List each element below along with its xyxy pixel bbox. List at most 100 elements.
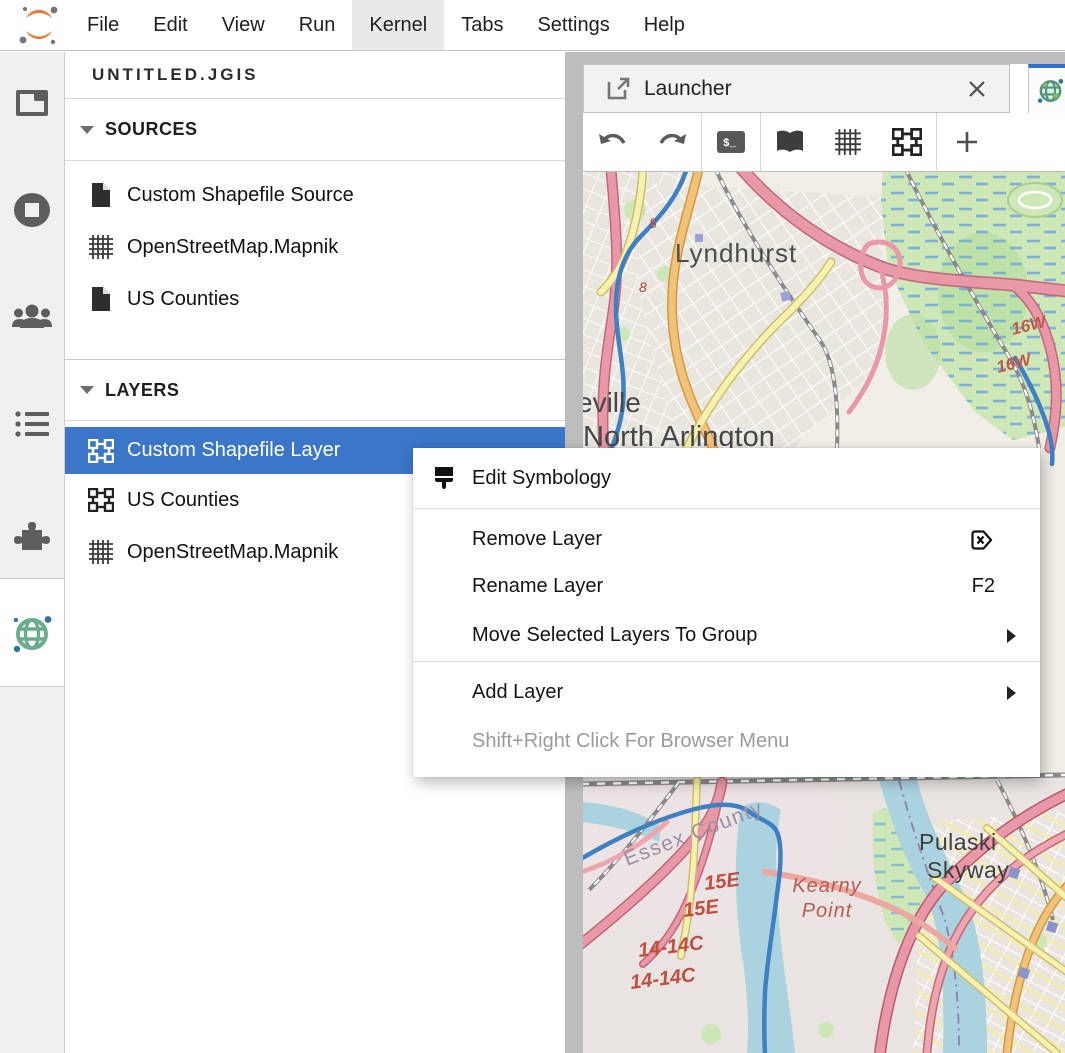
submenu-arrow-icon [1007, 686, 1016, 700]
menu-run[interactable]: Run [282, 0, 353, 50]
tab-label: Launcher [644, 77, 732, 101]
tab-close-button[interactable] [967, 79, 987, 99]
sources-header-label: SOURCES [105, 119, 198, 140]
context-menu-label: Move Selected Layers To Group [472, 624, 757, 647]
sources-section-header[interactable]: SOURCES [65, 99, 565, 161]
plus-icon [954, 129, 980, 155]
shortcut-label: F2 [972, 575, 995, 598]
symbology-brush-icon [432, 465, 456, 491]
layers-section-header[interactable]: LAYERS [65, 359, 565, 421]
grid-icon [834, 128, 862, 156]
source-item[interactable]: US Counties [65, 273, 565, 325]
context-menu-item-edit-symbology[interactable]: Edit Symbology [413, 448, 1040, 508]
sidebar-bottom-section [0, 686, 65, 1053]
jupytergis-logo [16, 3, 62, 47]
menu-edit[interactable]: Edit [136, 0, 204, 50]
gis-globe-icon [11, 614, 53, 654]
bulleted-list-icon [14, 409, 50, 439]
source-item-label: Custom Shapefile Source [127, 184, 354, 207]
layers-header-label: LAYERS [105, 380, 179, 401]
caret-down-icon [80, 386, 94, 394]
panel-title: UNTITLED.JGIS [65, 52, 565, 99]
context-menu-label: Add Layer [472, 681, 563, 704]
svg-text:Skyway: Skyway [927, 857, 1009, 883]
context-menu-label: Remove Layer [472, 528, 602, 551]
sidebar-tab-collaboration[interactable] [0, 298, 64, 336]
sidebar-top-section [0, 52, 65, 579]
map-toolbar: $_ [583, 113, 1065, 172]
context-menu-label: Rename Layer [472, 575, 603, 598]
menu-view[interactable]: View [205, 0, 282, 50]
menu-tabs[interactable]: Tabs [444, 0, 520, 50]
menu-help[interactable]: Help [627, 0, 702, 50]
vector-square-button[interactable] [878, 113, 936, 171]
sidebar-tab-extensions[interactable] [0, 517, 64, 555]
menu-file[interactable]: File [70, 0, 136, 50]
context-menu-item-add-layer[interactable]: Add Layer [413, 667, 1040, 718]
file-icon [88, 182, 114, 208]
vector-square-icon [88, 439, 114, 463]
menu-settings[interactable]: Settings [520, 0, 626, 50]
stop-circle-icon [13, 192, 51, 228]
context-menu-label: Shift+Right Click For Browser Menu [472, 730, 789, 753]
tab-launcher[interactable]: Launcher [583, 64, 1010, 113]
sources-list: Custom Shapefile Source OpenStreetMap.Ma… [65, 161, 565, 359]
source-item-label: OpenStreetMap.Mapnik [127, 236, 338, 259]
source-item-label: US Counties [127, 288, 239, 311]
delete-tag-icon [969, 529, 994, 551]
menu-kernel[interactable]: Kernel [352, 0, 444, 50]
jupytergis-globe-icon [1036, 76, 1065, 106]
svg-text:15E: 15E [682, 896, 721, 922]
context-menu-item-remove-layer[interactable]: Remove Layer [413, 516, 1040, 563]
folder-icon [14, 88, 50, 118]
layer-item-label: Custom Shapefile Layer [127, 439, 340, 462]
sidebar-tab-gis[interactable] [0, 615, 64, 653]
sidebar-tabstrip [0, 52, 65, 1053]
context-menu-item-move-to-group[interactable]: Move Selected Layers To Group [413, 610, 1040, 661]
vector-square-icon [892, 128, 922, 156]
sidebar-active-section [0, 579, 65, 686]
source-item[interactable]: OpenStreetMap.Mapnik [65, 221, 565, 273]
svg-text:Point: Point [802, 900, 853, 922]
svg-text:Kearny: Kearny [792, 875, 861, 897]
caret-down-icon [80, 126, 94, 134]
svg-text:eville: eville [583, 387, 641, 418]
menubar: File Edit View Run Kernel Tabs Settings … [0, 0, 1065, 51]
context-menu-item-browser-menu-hint: Shift+Right Click For Browser Menu [413, 718, 1040, 764]
dock-tabbar: Launcher [583, 64, 1065, 113]
logo-icon [16, 2, 62, 48]
grid-icon [88, 234, 114, 260]
launcher-icon [606, 76, 631, 101]
book-button[interactable] [761, 113, 819, 171]
grid-button[interactable] [819, 113, 877, 171]
dock-top-strip [583, 52, 1065, 64]
vector-square-icon [88, 488, 114, 512]
layer-item-label: US Counties [127, 489, 239, 512]
svg-text:Pulaski: Pulaski [919, 829, 997, 855]
close-icon [967, 79, 987, 99]
svg-text:Lyndhurst: Lyndhurst [675, 238, 797, 268]
redo-icon [655, 131, 689, 153]
tab-gis-document[interactable] [1028, 64, 1065, 113]
toolbar-group-history [583, 113, 702, 171]
toolbar-group-layers [761, 113, 937, 171]
svg-text:15E: 15E [703, 869, 742, 895]
add-button[interactable] [937, 113, 996, 171]
source-item[interactable]: Custom Shapefile Source [65, 169, 565, 221]
terminal-button[interactable]: $_ [702, 113, 760, 171]
undo-button[interactable] [583, 113, 642, 171]
context-menu-item-rename-layer[interactable]: Rename Layer F2 [413, 563, 1040, 610]
sidebar-tab-files[interactable] [0, 84, 64, 122]
redo-button[interactable] [642, 113, 701, 171]
layer-context-menu: Edit Symbology Remove Layer Rename Layer… [413, 448, 1040, 777]
svg-text:8: 8 [649, 215, 657, 231]
toolbar-group-console: $_ [702, 113, 761, 171]
svg-text:$_: $_ [723, 138, 737, 150]
terminal-icon: $_ [716, 129, 746, 155]
puzzle-icon [14, 518, 50, 554]
svg-text:8: 8 [639, 279, 647, 295]
grid-icon [88, 539, 114, 565]
context-menu-separator [413, 661, 1040, 662]
sidebar-tab-running[interactable] [0, 191, 64, 229]
sidebar-tab-toc[interactable] [0, 405, 64, 443]
